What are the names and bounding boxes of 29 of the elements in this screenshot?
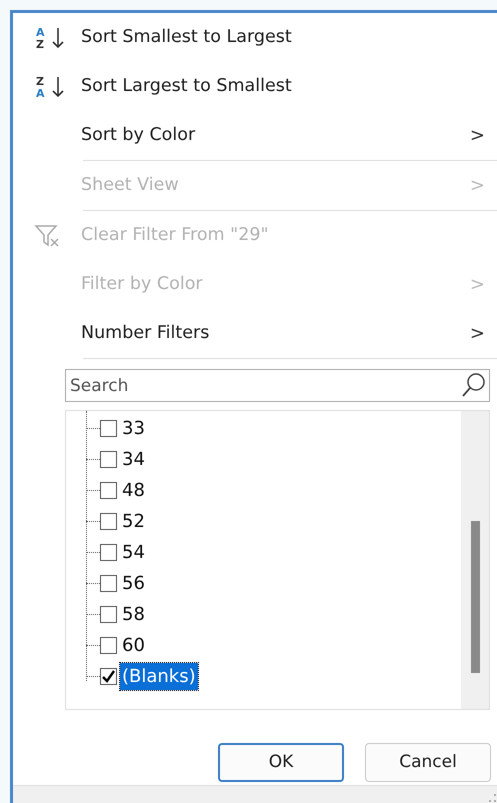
- search-icon: [461, 372, 487, 398]
- resize-grip-icon[interactable]: [487, 793, 497, 803]
- list-item[interactable]: 48: [120, 477, 147, 504]
- menu-item[interactable]: Z A Sort Largest to Smallest: [13, 62, 497, 111]
- checkbox[interactable]: [100, 420, 117, 437]
- list-item[interactable]: 54: [120, 539, 147, 566]
- search-field[interactable]: Search: [65, 369, 490, 402]
- scroll-thumb[interactable]: [470, 521, 480, 673]
- list-item[interactable]: 58: [120, 601, 147, 628]
- checkbox[interactable]: [100, 575, 117, 592]
- checkbox[interactable]: [100, 482, 117, 499]
- list-item[interactable]: (Blanks): [120, 663, 198, 690]
- checkbox[interactable]: [100, 451, 117, 468]
- cancel-button[interactable]: Cancel: [365, 743, 491, 782]
- checkbox[interactable]: [100, 544, 117, 561]
- ok-button[interactable]: OK: [218, 743, 344, 782]
- list-item[interactable]: 56: [120, 570, 147, 597]
- list-item[interactable]: 33: [120, 415, 147, 442]
- checkbox[interactable]: [100, 668, 117, 685]
- list-item[interactable]: 52: [120, 508, 147, 535]
- checkbox[interactable]: [100, 637, 117, 654]
- list-item[interactable]: 60: [120, 632, 147, 659]
- checkbox[interactable]: [100, 606, 117, 623]
- menu-item[interactable]: A Z Sort Smallest to Largest: [13, 13, 497, 62]
- menu-item[interactable]: Number Filters >: [13, 309, 497, 358]
- checkbox[interactable]: [100, 513, 117, 530]
- scrollbar[interactable]: [461, 411, 489, 709]
- menu-item[interactable]: Sort by Color >: [13, 111, 497, 160]
- list-item[interactable]: 34: [120, 446, 147, 473]
